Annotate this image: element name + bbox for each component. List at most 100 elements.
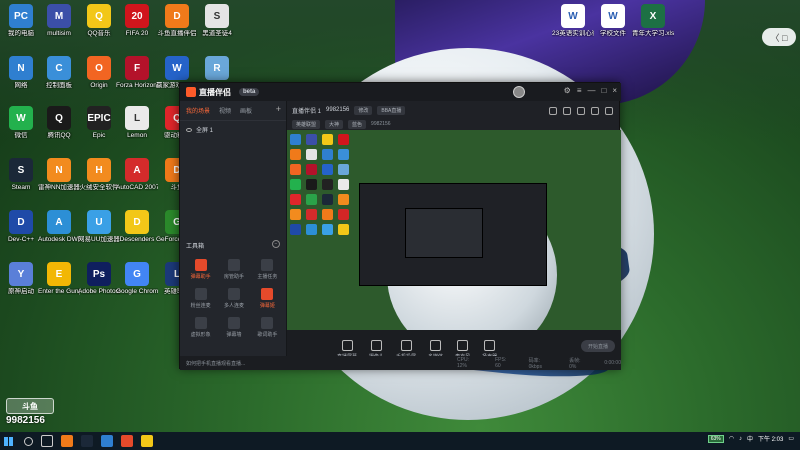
message-icon[interactable] bbox=[591, 107, 599, 115]
taskbar-app-icon[interactable] bbox=[61, 435, 73, 447]
desktop-icon[interactable]: L Lemon bbox=[116, 106, 158, 139]
desktop-icon[interactable]: A Autodesk DWF View bbox=[38, 210, 80, 243]
maximize-icon[interactable]: □ bbox=[601, 86, 606, 95]
footer-notice[interactable]: 如何把手机直播观看直播... bbox=[180, 356, 287, 370]
desktop-icon[interactable]: PC 我的电脑 bbox=[0, 4, 42, 37]
desktop-icon[interactable]: S 黑道圣徒4 bbox=[196, 4, 238, 37]
preview-icon bbox=[338, 149, 349, 160]
taskbar-app-icon[interactable] bbox=[81, 435, 93, 447]
floating-toolbar-pill[interactable]: 〈 □ bbox=[762, 28, 796, 46]
desktop-icon[interactable]: U 网易UU加速器 bbox=[78, 210, 120, 243]
desktop-icon[interactable]: D Descenders bbox=[116, 210, 158, 243]
settings-icon[interactable]: ⚙ bbox=[564, 86, 571, 95]
toolbox-collapse-icon[interactable]: − bbox=[272, 240, 280, 248]
status-fps: FPS: 60 bbox=[495, 357, 507, 369]
edit-button[interactable]: 修改 bbox=[354, 105, 373, 115]
notification-icon[interactable] bbox=[549, 107, 557, 115]
taskbar-app-icon[interactable] bbox=[141, 435, 153, 447]
desktop-icon[interactable]: Q QQ音乐 bbox=[78, 4, 120, 37]
toolbox-item[interactable]: 多人连麦 bbox=[217, 288, 250, 309]
scene-item[interactable]: 全屏 1 bbox=[180, 121, 286, 138]
app-icon: F bbox=[125, 56, 149, 80]
toolbox-item[interactable]: 主播任务 bbox=[251, 259, 284, 280]
toolbox-item[interactable]: 房管助手 bbox=[217, 259, 250, 280]
desktop-icon[interactable]: S Steam bbox=[0, 158, 42, 191]
clock[interactable]: 下午 2:03 bbox=[758, 434, 783, 443]
add-scene-button[interactable]: + bbox=[276, 104, 281, 114]
start-live-button[interactable]: 开始直播 bbox=[581, 340, 615, 352]
desktop-icon[interactable]: 20 FIFA 20 bbox=[116, 4, 158, 37]
share-icon[interactable] bbox=[605, 107, 613, 115]
search-icon[interactable] bbox=[24, 436, 33, 446]
desktop-icon[interactable]: E Enter the Gungeon bbox=[38, 262, 80, 295]
category-button[interactable]: BBA直播 bbox=[377, 105, 406, 115]
desktop-icon[interactable]: N 网络 bbox=[0, 56, 42, 89]
desktop-icon[interactable]: D 斗鱼直播伴侣 bbox=[156, 4, 198, 37]
preview-icon bbox=[290, 194, 301, 205]
desktop-icon[interactable]: N 雷神NN加速器 bbox=[38, 158, 80, 191]
wifi-icon[interactable]: ◠ bbox=[729, 435, 734, 442]
desktop-icon[interactable]: Q 腾讯QQ bbox=[38, 106, 80, 139]
tag[interactable]: 大神 bbox=[325, 119, 344, 129]
battery-indicator[interactable]: 63% bbox=[707, 434, 724, 443]
eye-icon[interactable] bbox=[186, 127, 192, 132]
lock-icon[interactable] bbox=[563, 107, 571, 115]
desktop-icon-label: Epic bbox=[92, 132, 106, 139]
app-title-bar[interactable]: 直播伴侣 beta ⚙ ≡ — □ × bbox=[180, 83, 621, 101]
preview-icon bbox=[306, 224, 317, 235]
start-button[interactable] bbox=[0, 432, 16, 450]
desktop-icon[interactable]: EPIC Epic bbox=[78, 106, 120, 139]
tool-label: 歌词助手 bbox=[257, 332, 278, 338]
task-view-icon[interactable] bbox=[41, 435, 53, 447]
desktop-icon[interactable]: A AutoCAD 2007 - 简体 bbox=[116, 158, 158, 191]
toolbox-item[interactable]: 粉丝连麦 bbox=[184, 288, 217, 309]
preview-icon bbox=[290, 224, 301, 235]
preview-icon bbox=[322, 209, 333, 220]
desktop-icon-label: Google Chrome bbox=[116, 288, 158, 295]
desktop-icon[interactable]: C 控制面板 bbox=[38, 56, 80, 89]
desktop-icon-label: AutoCAD 2007 - 简体 bbox=[116, 184, 158, 191]
app-icon: H bbox=[87, 158, 111, 182]
app-icon: O bbox=[87, 56, 111, 80]
desktop-icon[interactable]: X 青年大学习.xlsx bbox=[632, 4, 674, 37]
ime-indicator[interactable]: 中 bbox=[747, 434, 753, 443]
desktop-icon[interactable]: W 学校文件 bbox=[592, 4, 634, 37]
app-icon: W bbox=[165, 56, 189, 80]
app-icon: A bbox=[125, 158, 149, 182]
version-badge: beta bbox=[239, 88, 260, 96]
desktop-icon[interactable]: F Forza Horizon 4 bbox=[116, 56, 158, 89]
preview-icon bbox=[338, 224, 349, 235]
menu-icon[interactable]: ≡ bbox=[577, 86, 582, 95]
desktop-icon[interactable]: Mmultisim bbox=[38, 4, 80, 37]
desktop-icon[interactable]: W 微信 bbox=[0, 106, 42, 139]
desktop-icon[interactable]: W 23英语实训心得 bbox=[552, 4, 594, 37]
desktop-icon[interactable]: H 火绒安全软件 bbox=[78, 158, 120, 191]
toolbox-item[interactable]: 弹幕姬 bbox=[251, 288, 284, 309]
tag[interactable]: 蓝色 bbox=[348, 119, 367, 129]
minimize-icon[interactable]: — bbox=[587, 86, 595, 95]
toolbox-item[interactable]: 歌词助手 bbox=[251, 317, 284, 338]
tab-board[interactable]: 画板 bbox=[240, 106, 252, 115]
toolbox-item[interactable]: 虚拟形象 bbox=[184, 317, 217, 338]
desktop-icon-label: FIFA 20 bbox=[125, 30, 149, 37]
desktop-icon[interactable]: Y 原神启动 bbox=[0, 262, 42, 295]
close-icon[interactable]: × bbox=[612, 86, 617, 95]
stream-preview[interactable] bbox=[287, 130, 621, 330]
tab-scenes[interactable]: 我的场景 bbox=[186, 106, 210, 115]
tag[interactable]: 英雄联盟 bbox=[292, 119, 321, 129]
toolbox-item[interactable]: 弹幕墙 bbox=[217, 317, 250, 338]
volume-icon[interactable]: ♪ bbox=[739, 436, 742, 442]
app-icon: D bbox=[165, 4, 189, 28]
desktop-icon[interactable]: O Origin bbox=[78, 56, 120, 89]
user-avatar[interactable] bbox=[513, 86, 525, 98]
taskbar-app-icon[interactable] bbox=[121, 435, 133, 447]
desktop-icon-label: 黑道圣徒4 bbox=[202, 30, 232, 37]
desktop-icon[interactable]: Ps Adobe Photoshop bbox=[78, 262, 120, 295]
notification-center-icon[interactable]: ▭ bbox=[788, 435, 794, 442]
desktop-icon[interactable]: D Dev-C++ bbox=[0, 210, 42, 243]
toolbox-item[interactable]: 弹幕助手 bbox=[184, 259, 217, 280]
gift-icon[interactable] bbox=[577, 107, 585, 115]
tab-video[interactable]: 视频 bbox=[219, 106, 231, 115]
desktop-icon[interactable]: G Google Chrome bbox=[116, 262, 158, 295]
taskbar-app-icon[interactable] bbox=[101, 435, 113, 447]
